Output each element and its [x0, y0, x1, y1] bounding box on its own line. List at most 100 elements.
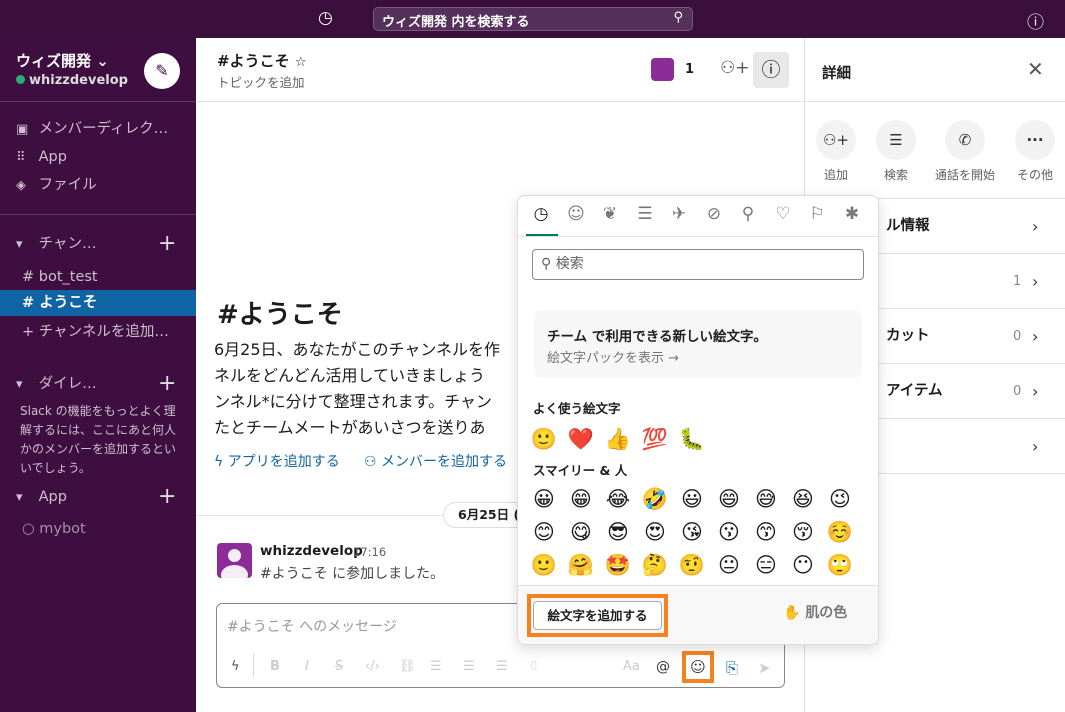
add-channel-link[interactable]: + チャンネルを追加…: [0, 319, 196, 345]
add-topic-link[interactable]: トピックを追加: [217, 72, 305, 91]
divider: [196, 101, 805, 102]
emoji-item[interactable]: 🙂: [529, 426, 559, 452]
add-app-plus-icon[interactable]: +: [158, 486, 176, 508]
close-icon[interactable]: ✕: [1027, 57, 1044, 81]
workspace-name[interactable]: ウィズ開発 ⌄: [16, 50, 109, 71]
emoji-item[interactable]: 😍: [640, 519, 670, 545]
emoji-item[interactable]: 🤨: [677, 552, 707, 578]
emoji-item[interactable]: ☺️: [825, 519, 855, 545]
bold-icon[interactable]: B: [270, 659, 280, 674]
message-time[interactable]: 17:16: [353, 545, 386, 559]
emoji-item[interactable]: 😂: [603, 486, 633, 512]
channel-youkoso[interactable]: # ようこそ: [0, 290, 196, 316]
tab-slack-icon[interactable]: ✱: [840, 204, 864, 224]
attachment-icon[interactable]: ⎘: [726, 659, 738, 677]
sidebar-item-files[interactable]: ◈ ファイル: [0, 172, 196, 198]
emoji-item[interactable]: 🙄: [825, 552, 855, 578]
emoji-item[interactable]: ❤️: [566, 426, 596, 452]
emoji-item[interactable]: 😐: [714, 552, 744, 578]
help-icon[interactable]: ⓘ: [1027, 8, 1044, 33]
tab-recent-clock-icon[interactable]: ◷: [529, 204, 553, 224]
emoji-item[interactable]: 😎: [603, 519, 633, 545]
emoji-item[interactable]: 😃: [677, 486, 707, 512]
emoji-item[interactable]: 😄: [714, 486, 744, 512]
history-clock-icon[interactable]: ◷: [318, 8, 333, 28]
link-icon[interactable]: ⛓: [399, 659, 416, 674]
shortcuts-lightning-icon[interactable]: ϟ: [231, 659, 240, 674]
more-icon[interactable]: ···: [1015, 120, 1055, 160]
user-status[interactable]: whizzdevelop: [16, 73, 128, 88]
send-icon[interactable]: ➤: [758, 659, 771, 677]
emoji-pack-promo[interactable]: チーム で利用できる新しい絵文字。 絵文字パックを表示 →: [534, 310, 862, 378]
channel-bot-test[interactable]: # bot_test: [0, 264, 196, 290]
emoji-item[interactable]: 😶: [788, 552, 818, 578]
phone-icon[interactable]: ✆: [945, 120, 985, 160]
ordered-list-icon[interactable]: ☰: [430, 659, 442, 674]
add-user-icon: ⚇: [364, 454, 377, 470]
mention-icon[interactable]: @: [656, 659, 670, 675]
emoji-item[interactable]: 🤣: [640, 486, 670, 512]
emoji-item[interactable]: 😅: [751, 486, 781, 512]
add-channel-plus-icon[interactable]: +: [158, 233, 176, 255]
sidebar-item-apps[interactable]: ⠿ App: [0, 144, 196, 170]
italic-icon[interactable]: I: [305, 659, 309, 674]
tab-objects-bulb-icon[interactable]: ⚲: [736, 204, 760, 224]
workspace-search-input[interactable]: ウィズ開発 内を検索する ⚲: [373, 7, 693, 31]
search-list-icon[interactable]: ☰: [876, 120, 916, 160]
channel-title[interactable]: #ようこそ ☆: [217, 50, 306, 71]
composer-input[interactable]: #ようこそ へのメッセージ: [227, 616, 397, 636]
emoji-button[interactable]: ☺: [682, 651, 714, 683]
emoji-item[interactable]: 😀: [529, 486, 559, 512]
emoji-item[interactable]: 😊: [529, 519, 559, 545]
tab-flags-icon[interactable]: ⚐: [805, 204, 829, 224]
tab-nature-leaf-icon[interactable]: ❦: [598, 204, 622, 224]
add-app-link[interactable]: ϟ アプリを追加する: [214, 451, 340, 471]
emoji-item[interactable]: 😋: [566, 519, 596, 545]
message-author[interactable]: whizzdevelop: [260, 543, 363, 559]
emoji-item[interactable]: 😉: [825, 486, 855, 512]
emoji-item[interactable]: 😑: [751, 552, 781, 578]
raised-hand-icon: ✋: [783, 605, 801, 621]
emoji-item[interactable]: 🐛: [677, 426, 707, 452]
tab-symbols-heart-icon[interactable]: ♡: [771, 204, 795, 224]
skin-tone-button[interactable]: ✋ 肌の色: [783, 602, 847, 622]
lightning-icon: ϟ: [214, 454, 224, 470]
message-avatar[interactable]: [217, 543, 252, 578]
emoji-item[interactable]: 💯: [640, 426, 670, 452]
add-dm-plus-icon[interactable]: +: [158, 373, 176, 395]
channel-info-button[interactable]: ⓘ: [753, 52, 789, 88]
blockquote-icon[interactable]: ☰: [496, 659, 508, 674]
emoji-item[interactable]: 🤔: [640, 552, 670, 578]
strikethrough-icon[interactable]: S: [335, 659, 343, 674]
emoji-item[interactable]: 🤩: [603, 552, 633, 578]
code-block-icon[interactable]: ⌷: [530, 659, 538, 674]
member-avatar[interactable]: [651, 58, 674, 81]
emoji-item[interactable]: 👍: [603, 426, 633, 452]
formatting-aa-icon[interactable]: Aa: [623, 659, 640, 674]
sidebar-item-member-directory[interactable]: ▣ メンバーディレク…: [0, 116, 196, 142]
compose-button[interactable]: ✎: [144, 53, 180, 89]
member-count[interactable]: 1: [685, 62, 694, 77]
add-user-icon[interactable]: ⚇+: [816, 120, 856, 160]
emoji-search-input[interactable]: ⚲ 検索: [532, 249, 864, 280]
tab-smileys-icon[interactable]: ☺: [564, 204, 588, 224]
bulleted-list-icon[interactable]: ☰: [463, 659, 475, 674]
add-user-icon[interactable]: ⚇+: [720, 58, 749, 78]
emoji-item[interactable]: 😆: [788, 486, 818, 512]
app-mybot[interactable]: ○ mybot: [0, 516, 196, 542]
emoji-pack-link[interactable]: 絵文字パックを表示 →: [547, 347, 679, 366]
code-icon[interactable]: ‹/›: [365, 659, 380, 674]
emoji-item[interactable]: 😗: [714, 519, 744, 545]
add-emoji-button[interactable]: 絵文字を追加する: [533, 601, 662, 630]
tab-travel-plane-icon[interactable]: ✈: [667, 204, 691, 224]
emoji-item[interactable]: 😚: [788, 519, 818, 545]
emoji-item[interactable]: 😘: [677, 519, 707, 545]
emoji-item[interactable]: 🤗: [566, 552, 596, 578]
tab-activities-ball-icon[interactable]: ⊘: [702, 204, 726, 224]
star-icon[interactable]: ☆: [295, 55, 307, 70]
tab-food-burger-icon[interactable]: ☰: [633, 204, 657, 224]
emoji-item[interactable]: 😙: [751, 519, 781, 545]
add-member-link[interactable]: ⚇ メンバーを追加する: [364, 451, 507, 471]
emoji-item[interactable]: 😁: [566, 486, 596, 512]
emoji-item[interactable]: 🙂: [529, 552, 559, 578]
